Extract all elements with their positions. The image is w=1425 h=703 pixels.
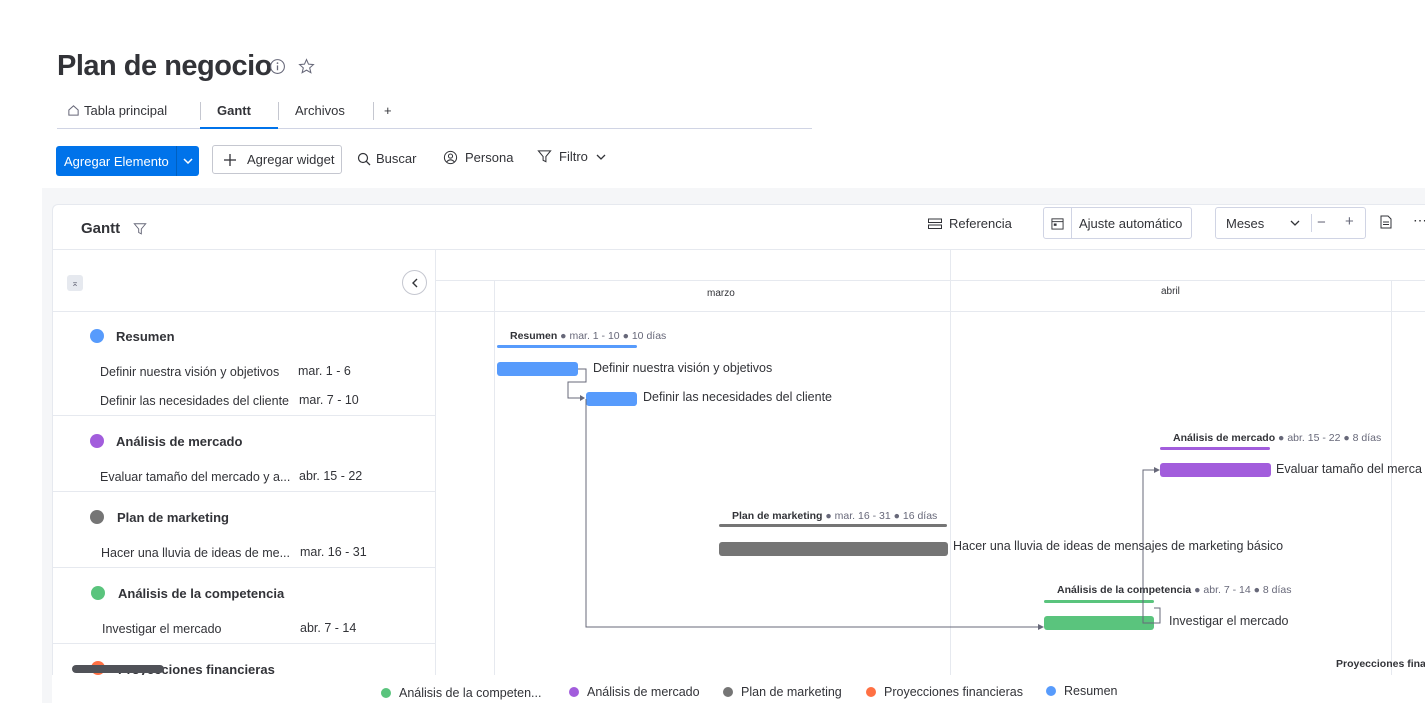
legend-color-dot (381, 688, 391, 698)
legend-color-dot (1046, 686, 1056, 696)
legend-item: Proyecciones financieras (866, 685, 1023, 699)
legend-item: Plan de marketing (723, 685, 842, 699)
legend-item: Análisis de la competen... (381, 686, 541, 700)
dependency-arrows (567, 368, 1161, 630)
legend-color-dot (723, 687, 733, 697)
legend-item: Resumen (1046, 684, 1118, 698)
legend-item: Análisis de mercado (569, 685, 700, 699)
legend: Análisis de la competen... Análisis de m… (52, 675, 1425, 703)
legend-color-dot (866, 687, 876, 697)
legend-color-dot (569, 687, 579, 697)
